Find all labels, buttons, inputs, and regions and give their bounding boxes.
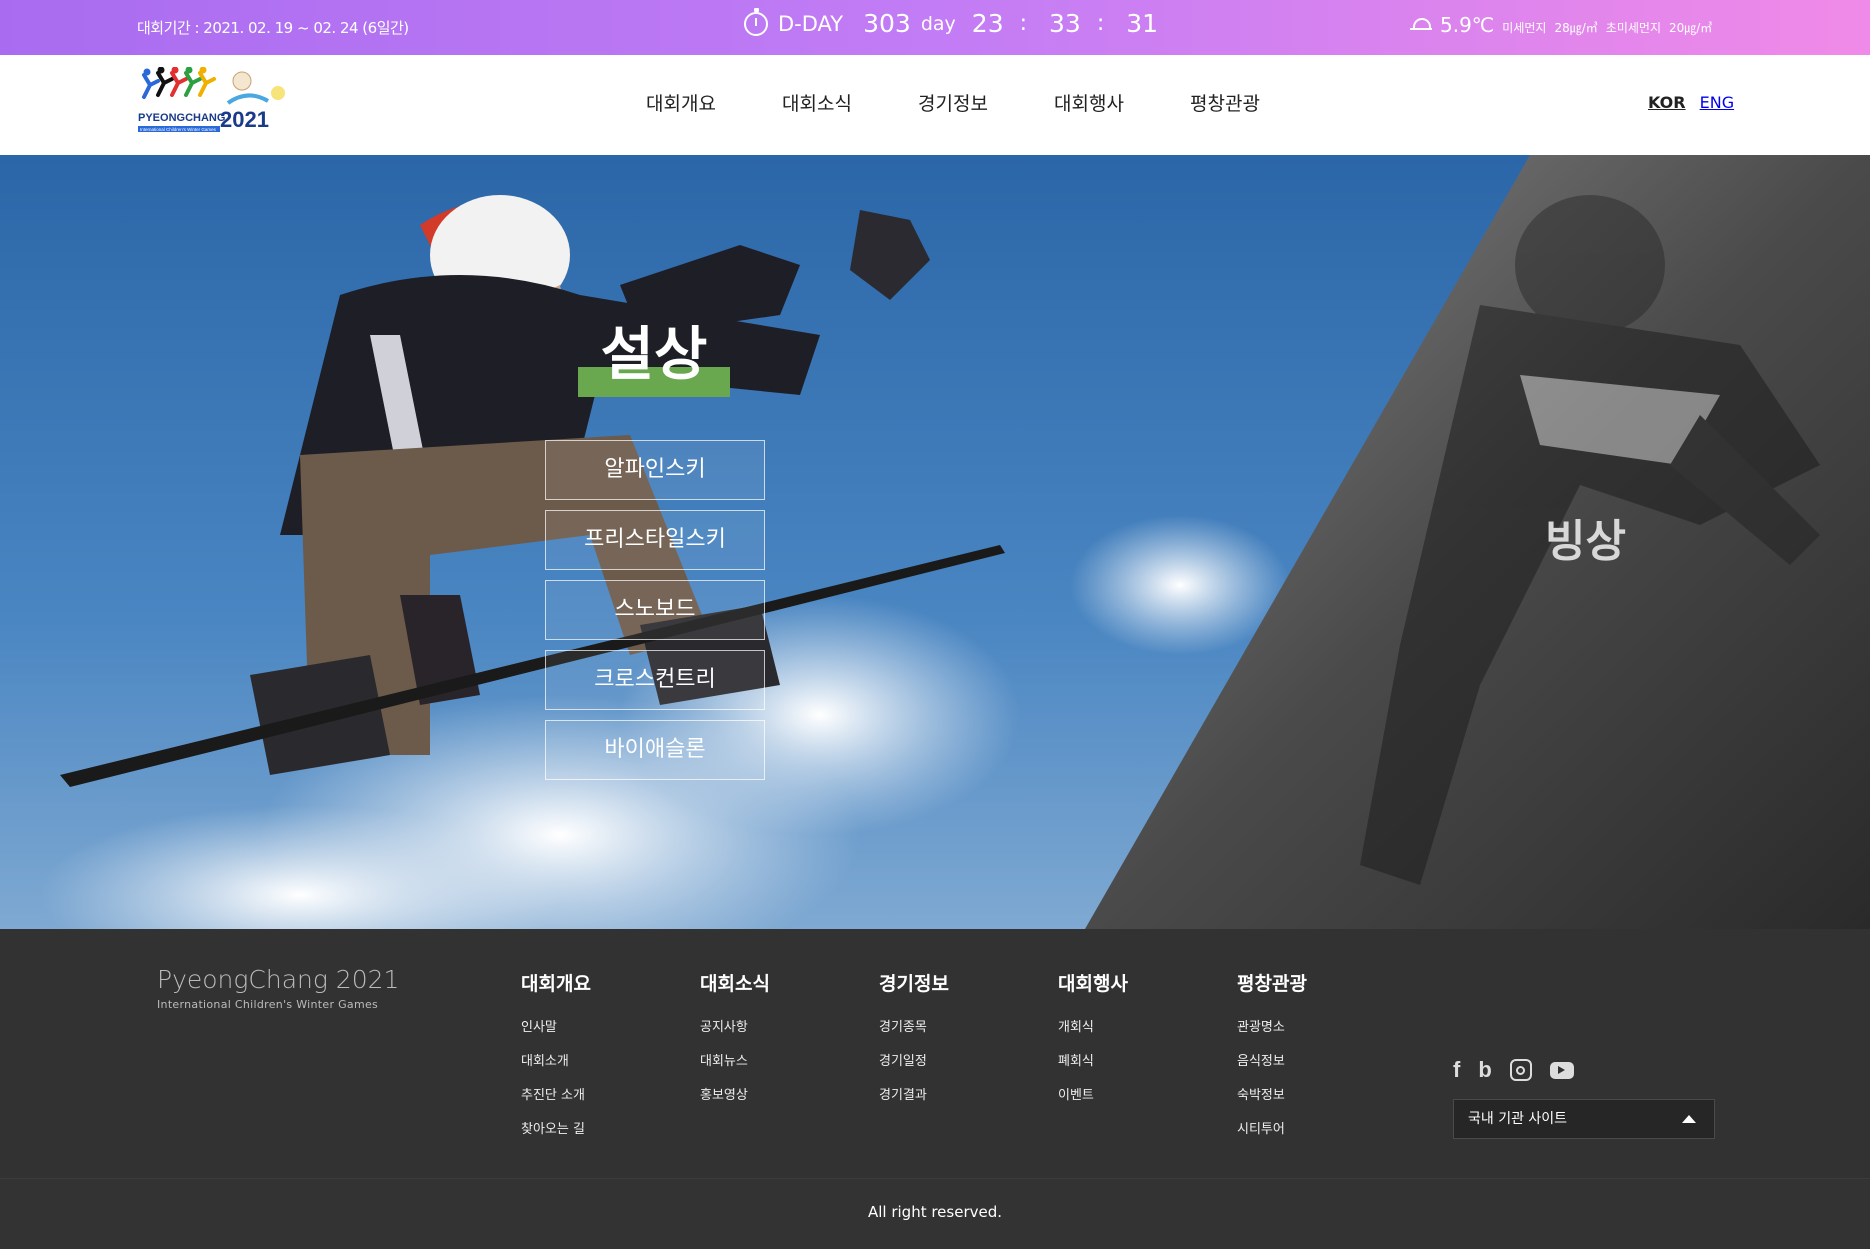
blog-icon[interactable]: b	[1478, 1057, 1491, 1083]
language-switch: KOR ENG	[1648, 93, 1734, 112]
time-separator: :	[1019, 11, 1028, 36]
footer-link[interactable]: 음식정보	[1237, 1050, 1377, 1069]
temperature: 5.9℃	[1440, 13, 1495, 37]
nav-item-games[interactable]: 경기정보	[918, 89, 1054, 116]
caret-up-icon	[1682, 1115, 1696, 1123]
countdown-seconds: 31	[1126, 9, 1159, 38]
footer-link[interactable]: 공지사항	[700, 1016, 840, 1035]
nav-item-events[interactable]: 대회행사	[1054, 89, 1190, 116]
site-header: PYEONGCHANG 2021 International Children'…	[0, 55, 1870, 155]
footer-link[interactable]: 대회소개	[521, 1050, 661, 1069]
ultrafine-dust-value: 20㎍/㎥	[1668, 21, 1713, 35]
footer-brand-title: PyeongChang 2021	[157, 965, 400, 994]
fine-dust-label: 미세먼지	[1502, 21, 1547, 35]
footer-link[interactable]: 인사말	[521, 1016, 661, 1035]
footer-link[interactable]: 이벤트	[1058, 1084, 1198, 1103]
sport-button-cross-country[interactable]: 크로스컨트리	[545, 650, 765, 710]
footer-link[interactable]: 경기결과	[879, 1084, 1019, 1103]
logo-year: 2021	[220, 107, 269, 132]
footer-link[interactable]: 경기일정	[879, 1050, 1019, 1069]
instagram-icon[interactable]	[1509, 1059, 1532, 1081]
cloud-icon	[1410, 18, 1432, 32]
footer-link[interactable]: 경기종목	[879, 1016, 1019, 1035]
countdown-hours: 23	[971, 9, 1004, 38]
footer-column-games: 경기정보 경기종목 경기일정 경기결과	[879, 969, 1019, 1118]
snow-sports-list: 알파인스키 프리스타일스키 스노보드 크로스컨트리 바이애슬론	[545, 440, 765, 790]
footer-link[interactable]: 관광명소	[1237, 1016, 1377, 1035]
sport-button-snowboard[interactable]: 스노보드	[545, 580, 765, 640]
event-period: 대회기간 : 2021. 02. 19 ~ 02. 24 (6일간)	[137, 19, 409, 37]
nav-item-tourism[interactable]: 평창관광	[1190, 89, 1326, 116]
related-sites-label: 국내 기관 사이트	[1468, 1111, 1568, 1127]
dday-counter: D-DAY 303 day 23 : 33 : 31	[744, 7, 1159, 38]
footer-column-title: 대회소식	[700, 973, 770, 995]
footer-brand-subtitle: International Children's Winter Games	[157, 998, 379, 1011]
footer-column-events: 대회행사 개회식 폐회식 이벤트	[1058, 969, 1198, 1118]
youtube-icon[interactable]	[1549, 1061, 1574, 1079]
footer-column-title: 대회행사	[1058, 973, 1128, 995]
nav-item-news[interactable]: 대회소식	[782, 89, 918, 116]
ice-sports-title[interactable]: 빙상	[1545, 505, 1626, 569]
site-footer: PyeongChang 2021 International Children'…	[0, 929, 1870, 1178]
lang-eng-link[interactable]: ENG	[1700, 93, 1734, 112]
stopwatch-icon	[744, 7, 768, 36]
logo-text: PYEONGCHANG	[138, 112, 225, 124]
top-info-bar: 대회기간 : 2021. 02. 19 ~ 02. 24 (6일간) D-DAY…	[0, 0, 1870, 55]
facebook-icon[interactable]: f	[1453, 1057, 1460, 1083]
ultrafine-dust-label: 초미세먼지	[1605, 21, 1661, 35]
footer-column-title: 평창관광	[1237, 973, 1307, 995]
dday-unit: day	[920, 12, 956, 35]
related-sites-dropdown[interactable]: 국내 기관 사이트	[1453, 1099, 1715, 1139]
snow-sports-title[interactable]: 설상	[578, 315, 730, 405]
sport-category-hero: 설상 알파인스키 프리스타일스키 스노보드 크로스컨트리 바이애슬론 빙상	[0, 155, 1870, 929]
lang-kor-link[interactable]: KOR	[1648, 93, 1686, 112]
weather-info: 5.9℃ 미세먼지 28㎍/㎥ 초미세먼지 20㎍/㎥	[1410, 13, 1712, 37]
footer-brand: PyeongChang 2021 International Children'…	[157, 965, 399, 1011]
sport-button-biathlon[interactable]: 바이애슬론	[545, 720, 765, 780]
sport-button-freestyle-ski[interactable]: 프리스타일스키	[545, 510, 765, 570]
dday-count: 303	[863, 9, 911, 38]
footer-link[interactable]: 개회식	[1058, 1016, 1198, 1035]
footer-link[interactable]: 시티투어	[1237, 1118, 1377, 1137]
footer-column-title: 대회개요	[521, 973, 591, 995]
footer-link[interactable]: 숙박정보	[1237, 1084, 1377, 1103]
footer-column-news: 대회소식 공지사항 대회뉴스 홍보영상	[700, 969, 840, 1118]
copyright-bar: All right reserved.	[0, 1178, 1870, 1249]
sport-button-alpine-ski[interactable]: 알파인스키	[545, 440, 765, 500]
snow-title-text: 설상	[600, 320, 708, 388]
time-separator: :	[1096, 11, 1105, 36]
footer-link[interactable]: 추진단 소개	[521, 1084, 661, 1103]
footer-link[interactable]: 찾아오는 길	[521, 1118, 661, 1137]
main-nav: 대회개요 대회소식 경기정보 대회행사 평창관광	[646, 89, 1326, 116]
footer-link[interactable]: 폐회식	[1058, 1050, 1198, 1069]
social-links: f b	[1453, 1057, 1574, 1083]
logo-subtitle: International Children's Winter Games	[140, 127, 217, 132]
footer-link[interactable]: 홍보영상	[700, 1084, 840, 1103]
nav-item-overview[interactable]: 대회개요	[646, 89, 782, 116]
copyright-text: All right reserved.	[867, 1203, 1003, 1221]
footer-column-overview: 대회개요 인사말 대회소개 추진단 소개 찾아오는 길	[521, 969, 661, 1152]
footer-column-tourism: 평창관광 관광명소 음식정보 숙박정보 시티투어	[1237, 969, 1377, 1152]
countdown-minutes: 33	[1049, 9, 1081, 38]
dday-label: D-DAY	[778, 11, 844, 36]
footer-column-title: 경기정보	[879, 973, 949, 995]
footer-link[interactable]: 대회뉴스	[700, 1050, 840, 1069]
site-logo[interactable]: PYEONGCHANG 2021 International Children'…	[136, 66, 291, 142]
fine-dust-value: 28㎍/㎥	[1554, 21, 1598, 35]
